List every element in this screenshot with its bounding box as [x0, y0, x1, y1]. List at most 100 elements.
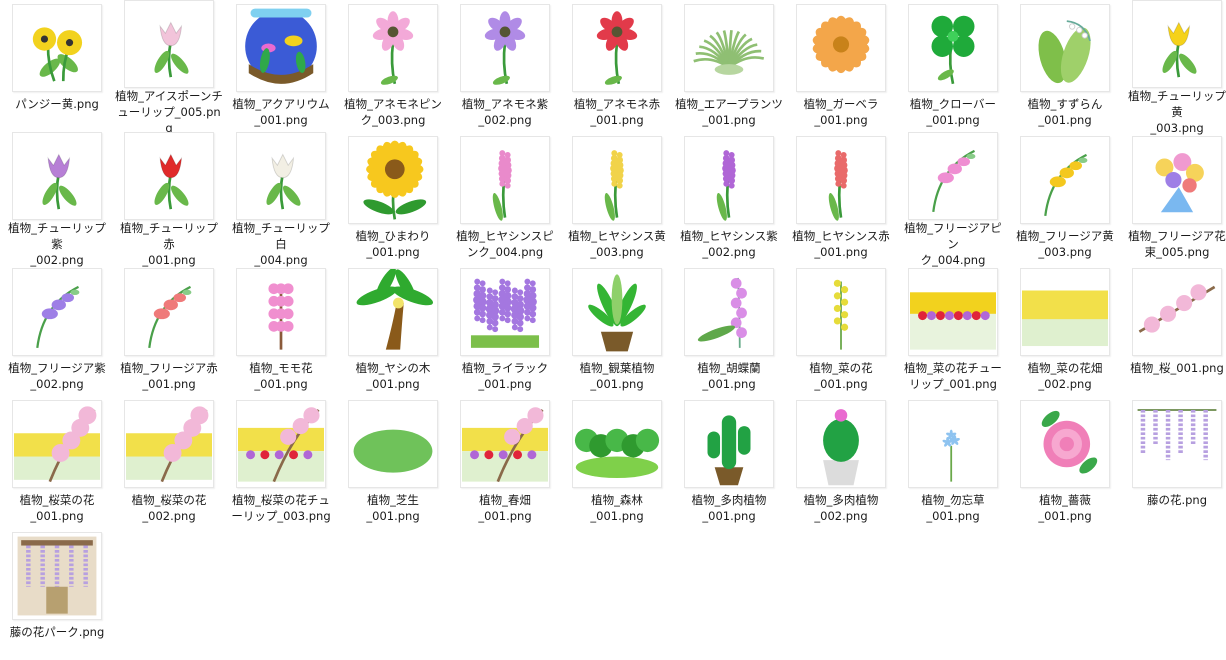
file-item[interactable]: 藤の花パーク.png [1, 528, 113, 660]
file-name[interactable]: 植物_クローバー _001.png [899, 96, 1007, 128]
file-item[interactable]: 植物_菜の花チュー リップ_001.png [897, 264, 1009, 396]
file-item[interactable]: 植物_チューリップ赤 _001.png [113, 132, 225, 267]
file-item[interactable]: 植物_モモ花 _001.png [225, 264, 337, 396]
image-thumbnail[interactable] [684, 400, 774, 488]
file-name[interactable]: 植物_ヒヤシンスピ ンク_004.png [451, 228, 559, 260]
file-item[interactable]: 植物_チューリップ紫 _002.png [1, 132, 113, 267]
file-item[interactable]: 植物_勿忘草 _001.png [897, 396, 1009, 528]
image-thumbnail[interactable] [1020, 4, 1110, 92]
image-thumbnail[interactable] [908, 400, 998, 488]
file-name[interactable]: 植物_アネモネピン ク_003.png [339, 96, 447, 128]
file-name[interactable]: 植物_チューリップ紫 _002.png [3, 220, 111, 268]
file-name[interactable]: 植物_薔薇 _001.png [1011, 492, 1119, 524]
file-name[interactable]: 植物_ライラック _001.png [451, 360, 559, 392]
file-name[interactable]: 植物_チューリップ赤 _001.png [115, 220, 223, 268]
image-thumbnail[interactable] [124, 268, 214, 356]
file-item[interactable]: 植物_菜の花 _001.png [785, 264, 897, 396]
file-name[interactable]: 植物_ヒヤシンス紫 _002.png [675, 228, 783, 260]
image-thumbnail[interactable] [124, 400, 214, 488]
image-thumbnail[interactable] [908, 4, 998, 92]
file-name[interactable]: 植物_フリージア紫 _002.png [3, 360, 111, 392]
file-item[interactable]: 植物_多肉植物 _002.png [785, 396, 897, 528]
file-name[interactable]: 植物_菜の花 _001.png [787, 360, 895, 392]
file-name[interactable]: 植物_フリージア黄 _003.png [1011, 228, 1119, 260]
file-name[interactable]: 植物_ひまわり _001.png [339, 228, 447, 260]
file-name[interactable]: 植物_勿忘草 _001.png [899, 492, 1007, 524]
image-thumbnail[interactable] [460, 268, 550, 356]
file-name[interactable]: 植物_フリージア赤 _001.png [115, 360, 223, 392]
file-name[interactable]: 植物_菜の花チュー リップ_001.png [899, 360, 1007, 392]
image-thumbnail[interactable] [12, 4, 102, 92]
image-thumbnail[interactable] [348, 4, 438, 92]
file-name[interactable]: 植物_アイスポーンチ ューリップ_005.png [115, 88, 223, 136]
file-item[interactable]: 植物_クローバー _001.png [897, 0, 1009, 132]
file-item[interactable]: 植物_ひまわり _001.png [337, 132, 449, 264]
file-item[interactable]: 植物_胡蝶蘭 _001.png [673, 264, 785, 396]
file-item[interactable]: 植物_エアープランツ _001.png [673, 0, 785, 132]
file-item[interactable]: 植物_チューリップ白 _004.png [225, 132, 337, 267]
file-item[interactable]: 植物_桜菜の花 _001.png [1, 396, 113, 528]
file-item[interactable]: 植物_フリージアピン ク_004.png [897, 132, 1009, 267]
file-item[interactable]: 植物_春畑 _001.png [449, 396, 561, 528]
image-thumbnail[interactable] [796, 268, 886, 356]
file-name[interactable]: 植物_胡蝶蘭 _001.png [675, 360, 783, 392]
image-thumbnail[interactable] [684, 268, 774, 356]
file-name[interactable]: パンジー黄.png [3, 96, 111, 112]
file-item[interactable]: 植物_観葉植物 _001.png [561, 264, 673, 396]
file-name[interactable]: 植物_芝生 _001.png [339, 492, 447, 524]
image-thumbnail[interactable] [1132, 136, 1222, 224]
file-item[interactable]: 植物_薔薇 _001.png [1009, 396, 1121, 528]
image-thumbnail[interactable] [124, 132, 214, 220]
file-item[interactable]: 植物_フリージア紫 _002.png [1, 264, 113, 396]
file-name[interactable]: 植物_フリージアピン ク_004.png [899, 220, 1007, 268]
file-name[interactable]: 植物_アクアリウム _001.png [227, 96, 335, 128]
file-name[interactable]: 植物_菜の花畑 _002.png [1011, 360, 1119, 392]
file-name[interactable]: 植物_アネモネ赤 _001.png [563, 96, 671, 128]
file-name[interactable]: 植物_すずらん _001.png [1011, 96, 1119, 128]
file-name[interactable]: 植物_春畑 _001.png [451, 492, 559, 524]
file-item[interactable]: 植物_アクアリウム _001.png [225, 0, 337, 132]
image-thumbnail[interactable] [12, 268, 102, 356]
file-item[interactable]: 植物_森林 _001.png [561, 396, 673, 528]
file-name[interactable]: 植物_多肉植物 _002.png [787, 492, 895, 524]
image-thumbnail[interactable] [12, 132, 102, 220]
file-name[interactable]: 藤の花.png [1123, 492, 1226, 508]
file-item[interactable]: 植物_桜_001.png [1121, 264, 1226, 396]
file-item[interactable]: 植物_ヒヤシンス紫 _002.png [673, 132, 785, 264]
image-thumbnail[interactable] [796, 400, 886, 488]
image-thumbnail[interactable] [572, 400, 662, 488]
image-thumbnail[interactable] [348, 268, 438, 356]
file-item[interactable]: 植物_フリージア黄 _003.png [1009, 132, 1121, 264]
file-name[interactable]: 植物_桜_001.png [1123, 360, 1226, 376]
file-item[interactable]: 植物_菜の花畑 _002.png [1009, 264, 1121, 396]
file-item[interactable]: 植物_多肉植物 _001.png [673, 396, 785, 528]
image-thumbnail[interactable] [236, 268, 326, 356]
file-item[interactable]: 植物_フリージア花 束_005.png [1121, 132, 1226, 264]
file-name[interactable]: 植物_アネモネ紫 _002.png [451, 96, 559, 128]
file-name[interactable]: 植物_ヒヤシンス黄 _003.png [563, 228, 671, 260]
image-thumbnail[interactable] [236, 132, 326, 220]
file-item[interactable]: パンジー黄.png [1, 0, 113, 132]
image-thumbnail[interactable] [236, 400, 326, 488]
image-thumbnail[interactable] [1020, 136, 1110, 224]
file-name[interactable]: 植物_ヤシの木 _001.png [339, 360, 447, 392]
image-thumbnail[interactable] [460, 4, 550, 92]
image-thumbnail[interactable] [796, 4, 886, 92]
file-item[interactable]: 植物_アネモネ紫 _002.png [449, 0, 561, 132]
image-thumbnail[interactable] [1132, 268, 1222, 356]
image-thumbnail[interactable] [348, 400, 438, 488]
file-name[interactable]: 植物_エアープランツ _001.png [675, 96, 783, 128]
image-thumbnail[interactable] [124, 0, 214, 88]
file-name[interactable]: 植物_桜菜の花 _001.png [3, 492, 111, 524]
image-thumbnail[interactable] [12, 532, 102, 620]
image-thumbnail[interactable] [236, 4, 326, 92]
file-name[interactable]: 植物_チューリップ白 _004.png [227, 220, 335, 268]
image-thumbnail[interactable] [572, 136, 662, 224]
image-thumbnail[interactable] [1132, 0, 1222, 88]
file-name[interactable]: 植物_ガーベラ _001.png [787, 96, 895, 128]
file-name[interactable]: 植物_ヒヤシンス赤 _001.png [787, 228, 895, 260]
file-item[interactable]: 植物_フリージア赤 _001.png [113, 264, 225, 396]
image-thumbnail[interactable] [572, 4, 662, 92]
file-name[interactable]: 植物_桜菜の花チュ ーリップ_003.png [227, 492, 335, 524]
image-thumbnail[interactable] [348, 136, 438, 224]
